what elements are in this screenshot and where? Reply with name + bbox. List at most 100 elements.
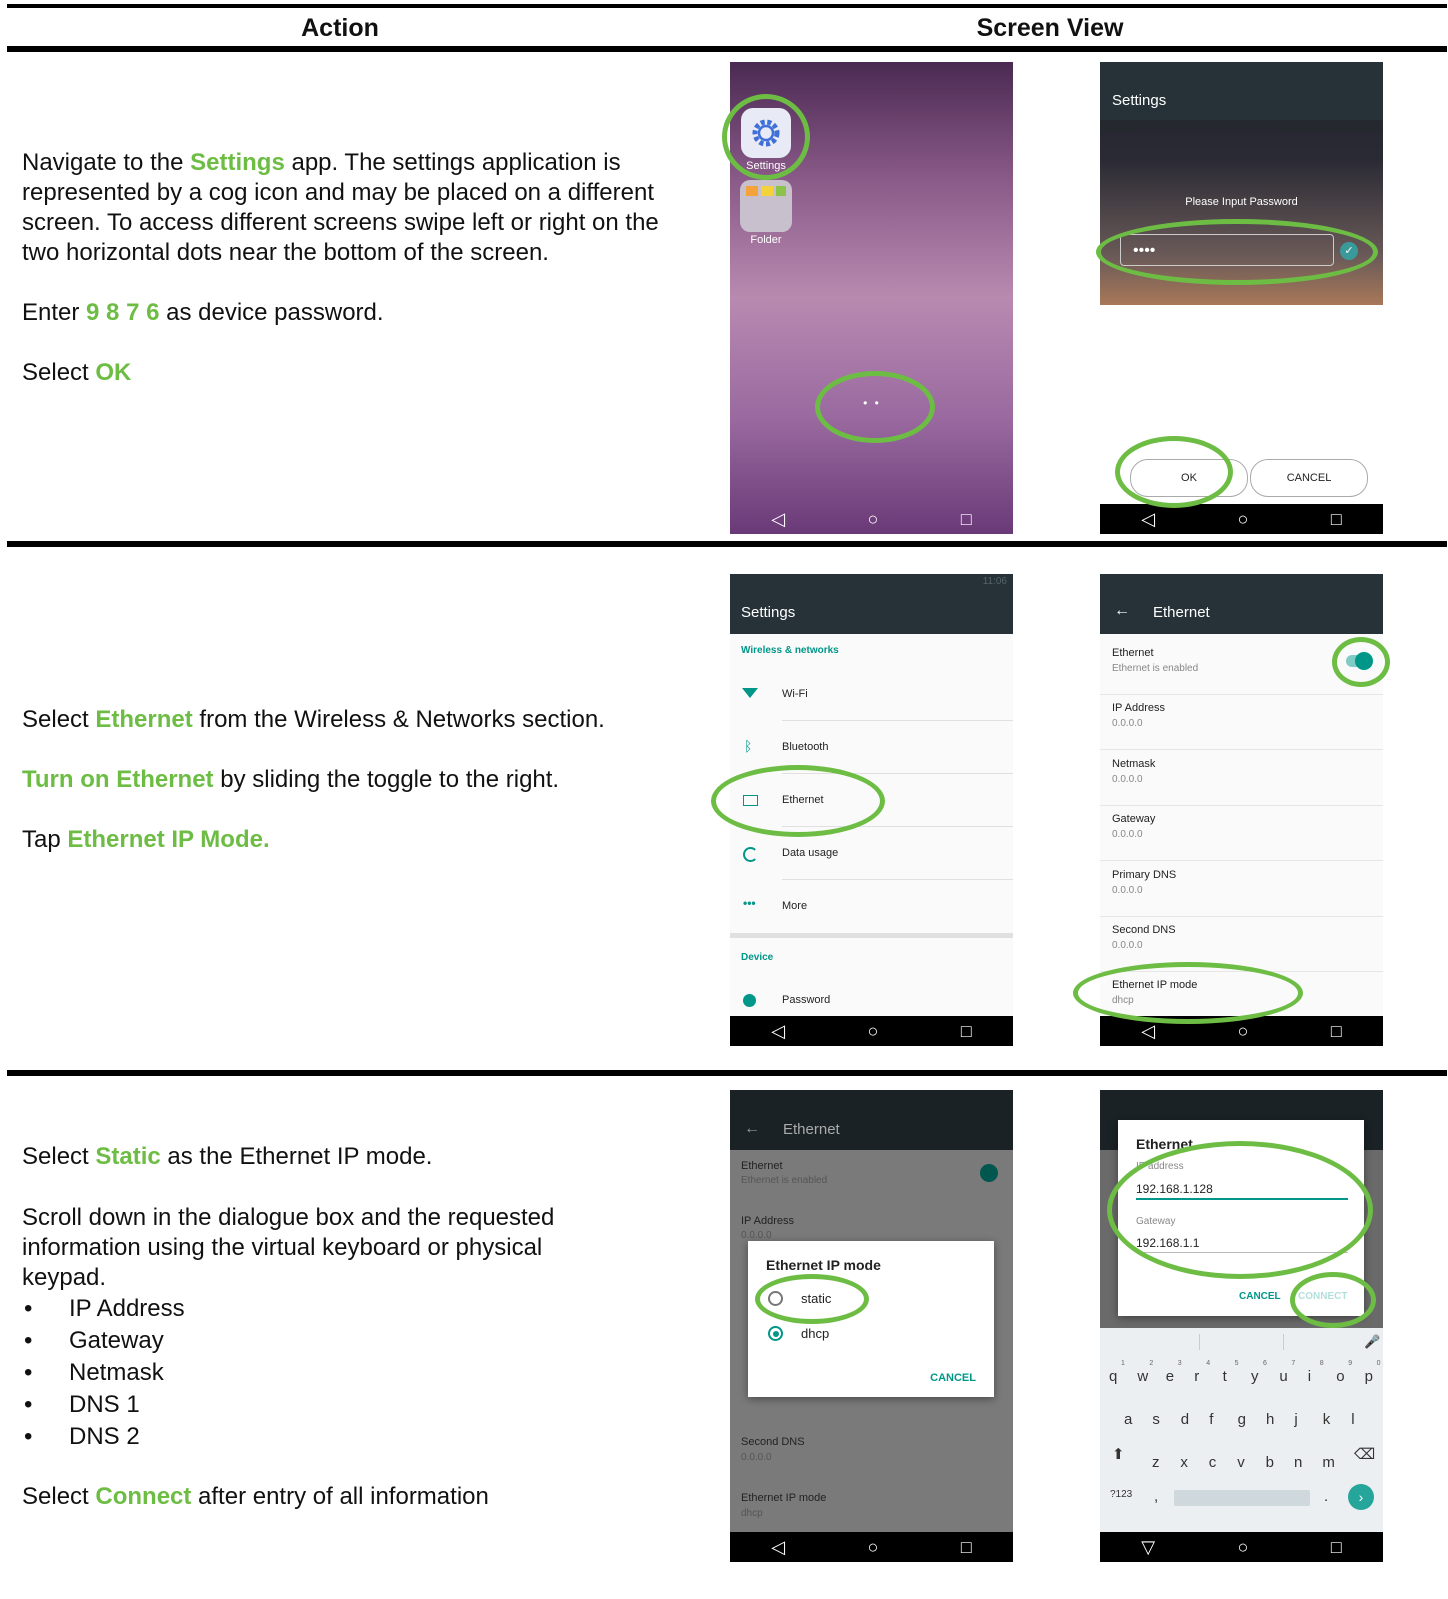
key[interactable]: c bbox=[1209, 1454, 1217, 1471]
settings-item-password[interactable]: Password bbox=[782, 980, 1013, 1016]
nav-back-icon[interactable]: ◁ bbox=[1141, 1021, 1155, 1042]
data-usage-icon bbox=[743, 847, 758, 862]
row-sub: 0.0.0.0 bbox=[1112, 940, 1143, 951]
highlight-password bbox=[1096, 219, 1378, 285]
row1-line1: Navigate to the Settings app. The settin… bbox=[22, 149, 659, 266]
next-key-icon[interactable]: › bbox=[1348, 1484, 1374, 1510]
ethernet-detail-row[interactable]: Gateway 0.0.0.0 bbox=[1100, 806, 1383, 862]
dialog-cancel-button[interactable]: CANCEL bbox=[930, 1372, 976, 1384]
mic-icon[interactable]: 🎤 bbox=[1364, 1334, 1380, 1350]
nav-home-icon[interactable]: ○ bbox=[1238, 1021, 1249, 1042]
key[interactable]: q bbox=[1109, 1368, 1117, 1385]
nav-recent-icon[interactable]: □ bbox=[1331, 509, 1342, 530]
key[interactable]: j bbox=[1294, 1411, 1297, 1428]
nav-home-icon[interactable]: ○ bbox=[868, 1021, 879, 1042]
radio-dhcp[interactable] bbox=[768, 1326, 783, 1341]
nav-bar: ◁ ○ □ bbox=[730, 1016, 1013, 1046]
ethernet-detail-row[interactable]: Netmask 0.0.0.0 bbox=[1100, 751, 1383, 806]
folder-mini-icon bbox=[776, 186, 786, 196]
settings-item-data-usage[interactable]: Data usage bbox=[782, 833, 1013, 880]
highlight-settings bbox=[722, 94, 810, 180]
toolbar bbox=[1100, 574, 1383, 634]
row3-line3: Select Connect after entry of all inform… bbox=[22, 1483, 489, 1510]
key[interactable]: t bbox=[1223, 1368, 1227, 1385]
row-title: Ethernet bbox=[1112, 647, 1154, 659]
key[interactable]: a bbox=[1124, 1411, 1132, 1428]
row-title: IP Address bbox=[1112, 702, 1165, 715]
row-sub: 0.0.0.0 bbox=[1112, 773, 1143, 785]
key[interactable]: k bbox=[1323, 1411, 1331, 1428]
nav-recent-icon[interactable]: □ bbox=[1331, 1537, 1342, 1558]
key[interactable]: s bbox=[1152, 1411, 1160, 1428]
ethernet-detail-row[interactable]: IP Address 0.0.0.0 bbox=[1100, 695, 1383, 751]
key[interactable]: b bbox=[1266, 1454, 1274, 1471]
nav-home-icon[interactable]: ○ bbox=[868, 1537, 879, 1558]
dialog-cancel-button[interactable]: CANCEL bbox=[1239, 1291, 1281, 1302]
toolbar bbox=[730, 1090, 1013, 1150]
highlight-ip-fields bbox=[1107, 1141, 1373, 1279]
more-icon: ••• bbox=[743, 896, 756, 910]
key[interactable]: n bbox=[1294, 1454, 1302, 1471]
nav-bar: ◁ ○ □ bbox=[730, 1532, 1013, 1562]
backspace-key-icon[interactable]: ⌫ bbox=[1354, 1445, 1375, 1463]
nav-recent-icon[interactable]: □ bbox=[961, 1021, 972, 1042]
period-key[interactable]: . bbox=[1324, 1488, 1328, 1505]
nav-bar: ◁ ○ □ bbox=[1100, 504, 1383, 534]
key-hint: 1 bbox=[1121, 1360, 1125, 1367]
key[interactable]: z bbox=[1152, 1454, 1160, 1471]
key[interactable]: i bbox=[1308, 1368, 1311, 1385]
cancel-button[interactable]: CANCEL bbox=[1250, 459, 1368, 497]
nav-back-icon[interactable]: ◁ bbox=[771, 1537, 785, 1558]
key[interactable]: g bbox=[1238, 1411, 1246, 1428]
table-top-rule bbox=[7, 4, 1447, 8]
row-sub: 0.0.0.0 bbox=[1112, 884, 1143, 896]
comma-key[interactable]: , bbox=[1154, 1488, 1158, 1505]
key[interactable]: p bbox=[1365, 1368, 1373, 1385]
nav-recent-icon[interactable]: □ bbox=[961, 1537, 972, 1558]
key[interactable]: f bbox=[1209, 1411, 1213, 1428]
nav-hide-keyboard-icon[interactable]: ▽ bbox=[1141, 1537, 1155, 1558]
key-hint: 5 bbox=[1234, 1360, 1239, 1367]
key-hint: 8 bbox=[1319, 1360, 1324, 1367]
nav-bar: ▽ ○ □ bbox=[1100, 1532, 1383, 1562]
key[interactable]: v bbox=[1237, 1454, 1245, 1471]
nav-home-icon[interactable]: ○ bbox=[1238, 509, 1249, 530]
settings-item-wifi[interactable]: Wi-Fi bbox=[782, 674, 1013, 721]
back-arrow-icon[interactable]: ← bbox=[1114, 602, 1130, 620]
key[interactable]: u bbox=[1279, 1368, 1287, 1385]
space-key[interactable] bbox=[1174, 1490, 1310, 1506]
nav-back-icon[interactable]: ◁ bbox=[771, 509, 785, 530]
bluetooth-icon: ᛒ bbox=[744, 738, 753, 754]
settings-item-more[interactable]: More bbox=[782, 886, 1013, 932]
key[interactable]: y bbox=[1251, 1368, 1259, 1385]
nav-back-icon[interactable]: ◁ bbox=[1141, 509, 1155, 530]
option-dhcp[interactable]: dhcp bbox=[801, 1326, 829, 1341]
shift-key-icon[interactable]: ⬆ bbox=[1112, 1445, 1125, 1463]
symbols-key[interactable]: ?123 bbox=[1110, 1489, 1132, 1500]
key[interactable]: r bbox=[1194, 1368, 1199, 1385]
key[interactable]: e bbox=[1166, 1368, 1174, 1385]
toggle-thumb[interactable] bbox=[980, 1164, 998, 1182]
key[interactable]: l bbox=[1351, 1411, 1354, 1428]
key[interactable]: m bbox=[1322, 1454, 1335, 1471]
nav-back-icon[interactable]: ◁ bbox=[771, 1021, 785, 1042]
ethernet-detail-row[interactable]: Primary DNS 0.0.0.0 bbox=[1100, 862, 1383, 917]
toolbar-title: Ethernet bbox=[1153, 604, 1210, 621]
highlight-static bbox=[755, 1274, 869, 1324]
key[interactable]: w bbox=[1137, 1368, 1148, 1385]
back-arrow-icon[interactable]: ← bbox=[744, 1120, 760, 1138]
key[interactable]: d bbox=[1181, 1411, 1189, 1428]
key[interactable]: h bbox=[1266, 1411, 1274, 1428]
row-title: Netmask bbox=[1112, 757, 1156, 770]
toolbar-title: Ethernet bbox=[783, 1121, 840, 1138]
folder-app-icon[interactable] bbox=[740, 180, 792, 232]
key[interactable]: x bbox=[1180, 1454, 1188, 1471]
key[interactable]: o bbox=[1336, 1368, 1344, 1385]
nav-recent-icon[interactable]: □ bbox=[961, 509, 972, 530]
row1-action: Navigate to the Settings app. The settin… bbox=[22, 148, 682, 388]
folder-mini-icon bbox=[761, 186, 773, 196]
row-title: Second DNS bbox=[1112, 924, 1176, 936]
nav-home-icon[interactable]: ○ bbox=[868, 509, 879, 530]
nav-recent-icon[interactable]: □ bbox=[1331, 1021, 1342, 1042]
nav-home-icon[interactable]: ○ bbox=[1238, 1537, 1249, 1558]
